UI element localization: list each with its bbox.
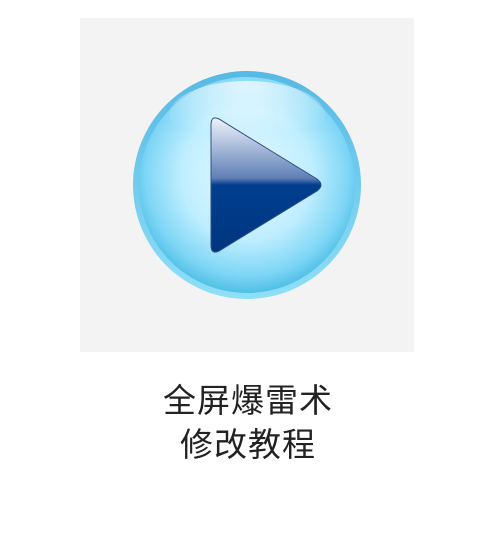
caption-line-2: 修改教程	[180, 425, 316, 464]
thumbnail-tile	[80, 18, 414, 352]
play-button[interactable]	[131, 69, 363, 301]
caption-line-1: 全屏爆雷术	[163, 381, 333, 420]
